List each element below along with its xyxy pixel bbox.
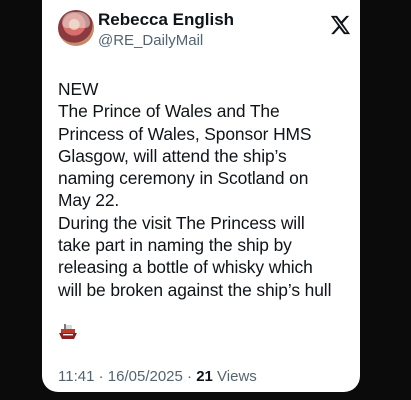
avatar-photo: [62, 12, 90, 28]
x-logo-icon[interactable]: [329, 14, 351, 36]
meta-separator: ·: [182, 368, 197, 385]
author-name[interactable]: Rebecca English: [98, 10, 234, 30]
tweet-text: NEW The Prince of Wales and The Princess…: [58, 79, 332, 300]
ship-emoji: [59, 324, 77, 339]
tweet-card: Rebecca English @RE_DailyMail NEW The Pr…: [42, 0, 360, 392]
views-count[interactable]: 21: [196, 368, 213, 385]
author-avatar[interactable]: [58, 10, 94, 46]
screenshot-stage: Rebecca English @RE_DailyMail NEW The Pr…: [0, 0, 411, 400]
meta-separator: ·: [94, 368, 108, 385]
author-handle[interactable]: @RE_DailyMail: [98, 32, 203, 49]
tweet-date[interactable]: 16/05/2025: [108, 368, 183, 385]
tweet-meta: 11:41 · 16/05/2025 · 21 Views: [58, 368, 257, 385]
tweet-time[interactable]: 11:41: [58, 368, 94, 385]
views-label: Views: [212, 368, 257, 385]
